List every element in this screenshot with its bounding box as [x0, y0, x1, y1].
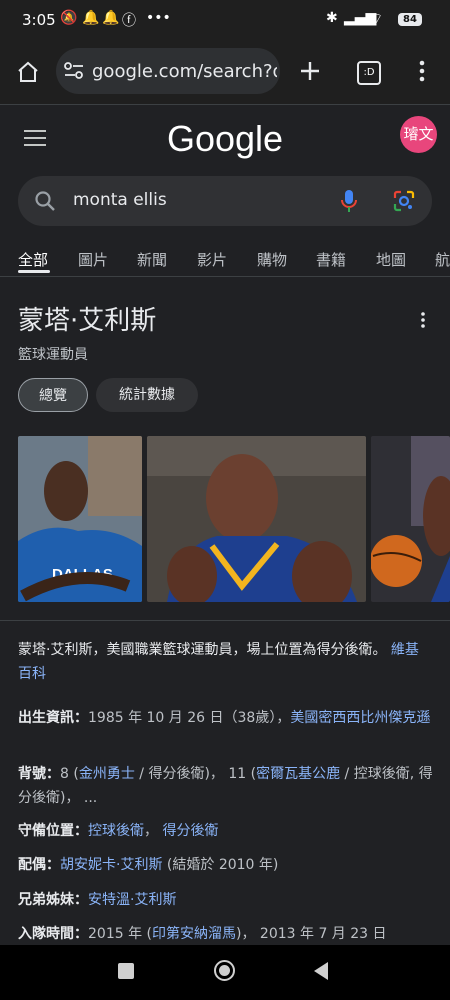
tab-all[interactable]: 全部 — [18, 249, 48, 270]
system-nav-bar — [0, 945, 450, 1000]
notification-bell-icon: 🔔 — [82, 10, 100, 26]
notification-bell-icon-2: 🔔 — [102, 10, 120, 26]
fact-join: 入隊時間：2015 年 (印第安納溜馬)， 2013 年 7 月 23 日 — [18, 922, 438, 946]
search-input[interactable]: monta ellis — [73, 190, 167, 210]
recent-apps-icon[interactable] — [118, 963, 134, 979]
site-settings-icon[interactable] — [64, 62, 84, 80]
fact-birth: 出生資訊：1985 年 10 月 26 日（38歲），美國密西西比州傑克遜 — [18, 710, 431, 726]
mute-icon: 🔕 — [60, 10, 78, 26]
wifi-icon: ⌔ — [370, 11, 384, 27]
spouse-link[interactable]: 胡安妮卡·艾利斯 — [60, 857, 162, 873]
fact-spouse: 配偶：胡安妮卡·艾利斯 (結婚於 2010 年) — [18, 853, 438, 877]
avatar[interactable]: 璿文 — [400, 116, 437, 153]
player-photo-warriors — [147, 436, 366, 602]
tab-books[interactable]: 書籍 — [316, 249, 346, 270]
google-lens-icon[interactable] — [393, 190, 415, 212]
more-notifications-icon: ••• — [146, 10, 171, 26]
tabs-divider — [0, 276, 450, 277]
fact-number-a: 8 ( — [60, 766, 79, 782]
search-bar[interactable]: monta ellis — [18, 176, 432, 226]
new-tab-icon[interactable] — [299, 60, 321, 82]
tab-images[interactable]: 圖片 — [78, 249, 108, 270]
fact-number-label: 背號： — [18, 766, 60, 782]
position-sg-link[interactable]: 得分後衛 — [162, 823, 218, 839]
tab-shopping[interactable]: 購物 — [257, 249, 287, 270]
fact-spouse-label: 配偶： — [18, 857, 60, 873]
fact-position: 守備位置：控球後衛， 得分後衛 — [18, 823, 219, 839]
description-text: 蒙塔·艾利斯，美國職業籃球運動員，場上位置為得分後衛。 — [18, 642, 387, 658]
entity-image-3[interactable] — [371, 436, 450, 602]
team-bucks-link[interactable]: 密爾瓦基公鹿 — [256, 766, 340, 782]
position-pg-link[interactable]: 控球後衛 — [88, 823, 144, 839]
chip-stats[interactable]: 統計數據 — [96, 378, 198, 412]
battery-icon: 84 — [398, 13, 422, 26]
status-bar: 3:05 🔕 🔔 🔔 ⓕ ••• ✱ ▂▄▆ ⌔ 84 — [0, 0, 450, 40]
status-time: 3:05 — [22, 11, 56, 29]
player-photo-dallas: DALLAS — [18, 436, 142, 602]
entity-subtitle: 籃球運動員 — [18, 347, 88, 363]
fact-number: 背號：8 (金州勇士 / 得分後衛)， 11 (密爾瓦基公鹿 / 控球後衛, 得… — [18, 762, 438, 810]
entity-title: 蒙塔·艾利斯 — [18, 306, 157, 336]
fact-spouse-rest: (結婚於 2010 年) — [162, 857, 279, 873]
fact-sibling-label: 兄弟姊妹： — [18, 892, 88, 908]
fact-sibling: 兄弟姊妹：安特溫·艾利斯 — [18, 888, 438, 912]
back-icon[interactable] — [312, 961, 330, 981]
tab-flights[interactable]: 航 — [435, 249, 450, 270]
entity-description: 蒙塔·艾利斯，美國職業籃球運動員，場上位置為得分後衛。 維基百科 — [18, 638, 430, 686]
search-icon — [35, 191, 55, 211]
section-divider — [0, 620, 450, 621]
entity-more-icon[interactable] — [419, 311, 427, 329]
bluetooth-icon: ✱ — [326, 10, 338, 26]
fact-join-a: 2015 年 ( — [88, 926, 152, 942]
fact-position-label: 守備位置： — [18, 823, 88, 839]
facebook-icon: ⓕ — [122, 13, 136, 29]
team-warriors-link[interactable]: 金州勇士 — [79, 766, 135, 782]
player-photo-ball — [371, 436, 450, 602]
entity-image-1[interactable]: DALLAS — [18, 436, 142, 602]
toolbar-divider — [0, 104, 450, 105]
home-button-icon[interactable] — [214, 960, 235, 981]
sibling-link[interactable]: 安特溫·艾利斯 — [88, 892, 176, 908]
microphone-icon[interactable] — [340, 189, 358, 213]
fact-number-a-rest: / 得分後衛)， 11 ( — [134, 766, 257, 782]
tab-news[interactable]: 新聞 — [137, 249, 167, 270]
tab-videos[interactable]: 影片 — [197, 249, 227, 270]
tab-switcher-button[interactable]: :D — [357, 61, 381, 85]
birth-place-link[interactable]: 美國密西西比州傑克遜 — [290, 710, 430, 726]
fact-birth-date: 1985 年 10 月 26 日（38歲） — [88, 710, 277, 726]
fact-join-b: )， 2013 年 7 月 23 日 — [236, 926, 387, 942]
fact-join-label: 入隊時間： — [18, 926, 88, 942]
chip-overview[interactable]: 總覽 — [18, 378, 88, 412]
tab-maps[interactable]: 地圖 — [376, 249, 406, 270]
active-tab-indicator — [18, 270, 50, 273]
fact-birth-label: 出生資訊： — [18, 710, 88, 726]
home-icon[interactable] — [16, 60, 40, 84]
team-pacers-link[interactable]: 印第安納溜馬 — [152, 926, 236, 942]
entity-image-2[interactable] — [147, 436, 366, 602]
menu-more-icon[interactable] — [416, 60, 428, 82]
url-text[interactable]: google.com/search?q — [92, 61, 277, 82]
google-logo[interactable]: Google — [0, 118, 450, 160]
